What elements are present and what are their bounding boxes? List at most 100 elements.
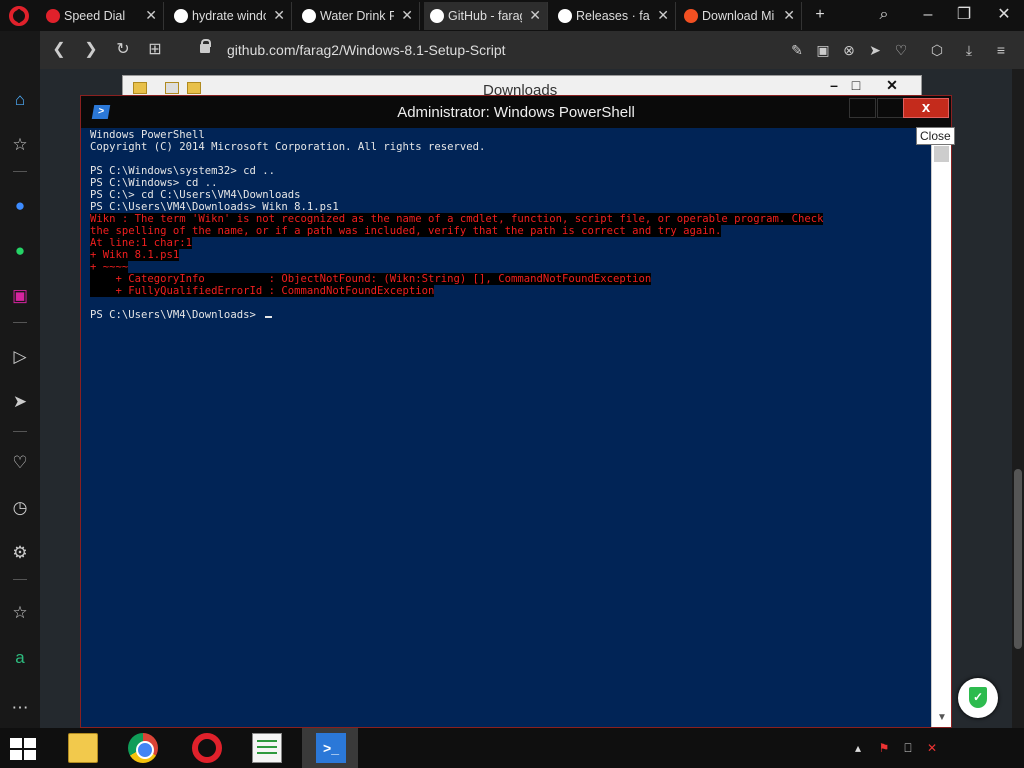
reload-icon[interactable]: ↻ [112,39,134,61]
google-icon [174,9,188,23]
download-icon[interactable]: ⤓ [960,41,978,59]
console-text: PS C:\Windows> cd .. [90,177,218,189]
adblock-icon[interactable]: ⊗ [840,41,858,59]
scroll-down-icon[interactable]: ▼ [932,709,952,727]
console-text: PS C:\Windows\system32> cd .. [90,165,275,177]
tab-close-icon[interactable]: ✕ [657,7,669,24]
tips-icon[interactable]: ☆ [8,601,32,625]
bookmark-icon[interactable]: ☆ [8,133,32,157]
volume-muted-icon[interactable]: ✕ [924,740,940,756]
console-text: PS C:\Users\VM4\Downloads> Wikn 8.1.ps1 [90,201,339,213]
menu-icon[interactable]: ≡ [992,41,1010,59]
instagram-icon[interactable]: ▣ [8,284,32,308]
aria-icon[interactable]: a [8,646,32,670]
web-icon [302,9,316,23]
windows-start-icon[interactable] [10,738,38,760]
taskbar-opera[interactable] [178,728,234,768]
console-text: PS C:\> cd C:\Users\VM4\Downloads [90,189,301,201]
taskbar: >_ ▴ ⚑ ⎕ ✕ [0,728,1024,768]
console-scrollbar[interactable]: ▲ ▼ [931,128,951,727]
console-error-line: + ~~~~ [90,261,129,273]
home-icon[interactable]: ⌂ [8,88,32,112]
browser-tab-strip: Speed Dial✕hydrate windows✕Water Drink R… [0,0,1024,31]
sidebar-divider [13,171,27,172]
page-scrollbar[interactable] [1012,69,1024,728]
console-text: Copyright (C) 2014 Microsoft Corporation… [90,141,486,153]
taskbar-explorer[interactable] [54,728,110,768]
properties-icon[interactable] [165,82,179,94]
heart-icon[interactable]: ♡ [892,41,910,59]
console-text: the spelling of the name, or if a path w… [90,225,722,237]
tab-3[interactable]: GitHub - farag2 ✕ [424,2,548,30]
new-folder-icon[interactable] [187,82,201,94]
favorites-heart-icon[interactable]: ♡ [8,451,32,475]
camera-icon[interactable]: ▣ [814,41,832,59]
powershell-title: Administrator: Windows PowerShell [397,104,635,121]
console-error-line: At line:1 char:1 [90,237,193,249]
new-tab-button[interactable]: + [808,4,832,26]
console-text: + FullyQualifiedErrorId : CommandNotFoun… [90,285,435,297]
url-field[interactable]: github.com/farag2/Windows-8.1-Setup-Scri… [227,42,506,58]
lock-icon [200,39,211,56]
console-line: PS C:\Windows\system32> cd .. [90,165,275,177]
whatsapp-icon[interactable]: ● [8,239,32,263]
tab-2[interactable]: Water Drink Re ✕ [296,2,420,30]
console-output[interactable]: Windows PowerShell Copyright (C) 2014 Mic… [81,128,931,727]
tab-0[interactable]: Speed Dial ✕ [40,2,164,30]
edit-icon[interactable]: ✎ [788,41,806,59]
page-scroll-thumb[interactable] [1014,469,1022,649]
back-icon[interactable]: ❮ [48,39,70,61]
explorer-close-icon[interactable]: ✕ [875,77,909,97]
tray-chevron-icon[interactable]: ▴ [850,740,866,756]
taskbar-powershell[interactable]: >_ [302,728,358,768]
history-icon[interactable]: ◷ [8,496,32,520]
flow-icon[interactable]: ➤ [8,390,32,414]
tab-label: Water Drink Re [320,9,394,23]
settings-icon[interactable]: ⚙ [8,541,32,565]
sidebar-divider [13,322,27,323]
tab-label: GitHub - farag2 [448,9,522,23]
more-icon[interactable]: ⋯ [8,696,32,720]
tab-close-icon[interactable]: ✕ [529,7,541,24]
taskbar-chrome[interactable] [114,728,170,768]
network-icon[interactable]: ⎕ [900,740,916,756]
console-line: PS C:\Windows> cd .. [90,177,218,189]
tab-label: Speed Dial [64,9,126,23]
tab-4[interactable]: Releases · farag ✕ [552,2,676,30]
tab-close-icon[interactable]: ✕ [783,7,795,24]
player-icon[interactable]: ▷ [8,345,32,369]
cube-icon[interactable]: ⬡ [928,41,946,59]
action-center-flag-icon[interactable]: ⚑ [876,740,892,756]
security-badge[interactable]: ✓ [958,678,998,718]
explorer-maximize-icon[interactable]: □ [839,77,873,97]
notepad-plus-plus-icon [252,733,282,763]
tab-grid-icon[interactable]: ⊞ [144,39,166,61]
powershell-taskbar-icon: >_ [316,733,346,763]
browser-sidebar: ⌂ ☆ ● ● ▣ ▷ ➤ ♡ ◷ ⚙ ☆ a ⋯ [0,31,40,728]
opera-menu-icon[interactable] [9,6,29,26]
console-error-line: + FullyQualifiedErrorId : CommandNotFoun… [90,285,435,297]
console-text: Wikn : The term 'Wikn' is not recognized… [90,213,824,225]
minimize-button[interactable] [849,98,876,118]
send-icon[interactable]: ➤ [866,41,884,59]
console-scroll-thumb[interactable] [934,146,949,162]
folder-icon [133,82,147,94]
tab-5[interactable]: Download Mi ✕ [678,2,802,30]
minimize-icon[interactable]: – [916,4,940,26]
tab-close-icon[interactable]: ✕ [273,7,285,24]
restore-icon[interactable]: ❐ [952,4,976,26]
tab-close-icon[interactable]: ✕ [145,7,157,24]
forward-icon[interactable]: ❯ [80,39,102,61]
sidebar-divider [13,579,27,580]
tab-1[interactable]: hydrate windows ✕ [168,2,292,30]
console-error-line: the spelling of the name, or if a path w… [90,225,722,237]
powershell-titlebar[interactable]: > Administrator: Windows PowerShell x [81,96,951,128]
maximize-button[interactable] [877,98,904,118]
messenger-icon[interactable]: ● [8,194,32,218]
close-window-icon[interactable]: ✕ [992,4,1016,26]
close-button[interactable]: x [903,98,949,118]
taskbar-notepadpp[interactable] [238,728,294,768]
tab-close-icon[interactable]: ✕ [401,7,413,24]
search-tabs-icon[interactable]: ⌕ [872,4,896,26]
console-line: Copyright (C) 2014 Microsoft Corporation… [90,141,485,153]
